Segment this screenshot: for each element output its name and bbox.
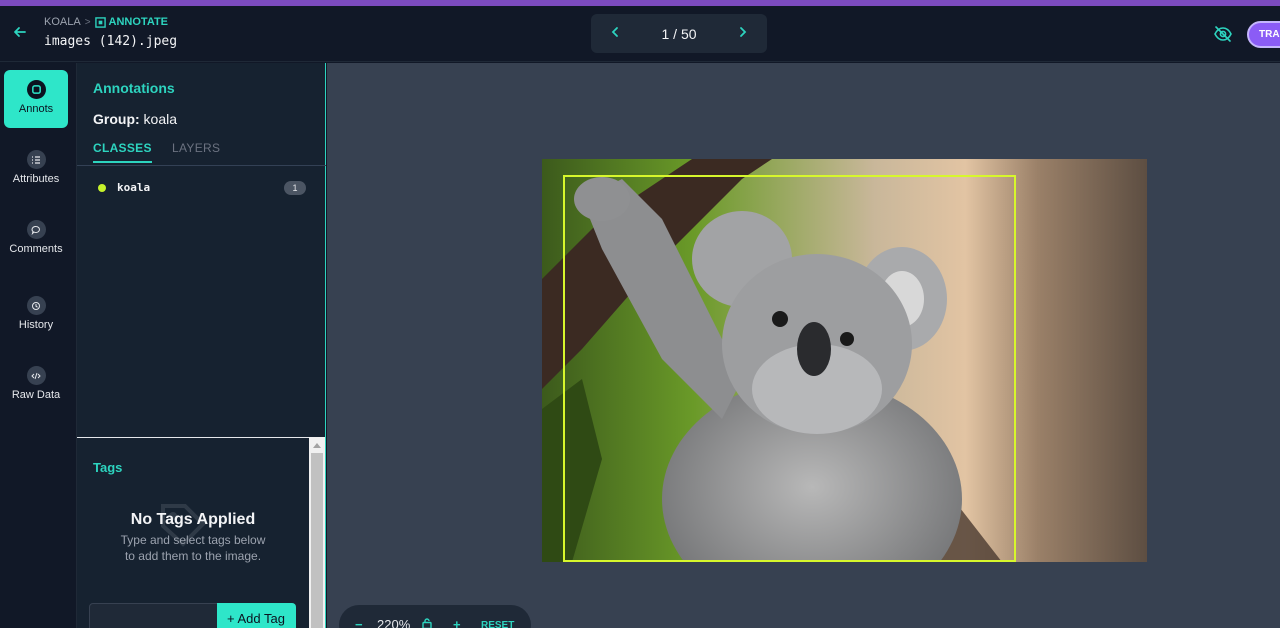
annotations-panel: Annotations Group: koala CLASSES LAYERS …	[77, 63, 326, 628]
no-tags-title: No Tags Applied	[130, 511, 256, 528]
class-color-dot	[98, 184, 106, 192]
comment-icon	[26, 220, 46, 239]
panel-tabs: CLASSES LAYERS	[77, 137, 326, 166]
rail-item-history[interactable]: History	[4, 286, 68, 344]
tab-layers[interactable]: LAYERS	[172, 141, 220, 155]
chevron-right-icon: >	[84, 16, 91, 28]
group-label-key: Group:	[93, 111, 140, 127]
group-label-value: koala	[143, 111, 178, 127]
panel-title: Annotations	[93, 80, 175, 96]
chevron-left-icon	[611, 26, 618, 37]
rail-item-label: Raw Data	[11, 389, 61, 401]
history-icon	[26, 296, 46, 315]
bounding-box-koala[interactable]	[563, 175, 1016, 562]
file-name: images (142).jpeg	[44, 34, 178, 49]
rail-item-label: History	[18, 319, 54, 331]
rail-item-attributes[interactable]: Attributes	[4, 140, 68, 198]
rail-item-comments[interactable]: Comments	[4, 210, 68, 268]
train-button[interactable]: TRAI	[1247, 21, 1280, 48]
no-tags-help-line-1: Type and select tags below	[120, 533, 266, 547]
annotation-canvas[interactable]	[327, 63, 1280, 628]
zoom-reset-button[interactable]: RESET	[481, 620, 514, 628]
zoom-controls: − 220% + RESET	[339, 605, 531, 628]
code-icon	[26, 366, 46, 385]
zoom-level: 220%	[377, 617, 411, 628]
hide-annotations-eye-icon[interactable]	[1212, 23, 1234, 45]
left-tool-rail: Annots Attributes Comments History Raw D…	[0, 63, 77, 628]
no-tags-help-line-2: to add them to the image.	[124, 549, 262, 563]
rail-item-label: Comments	[9, 243, 63, 255]
tags-title: Tags	[93, 460, 123, 475]
rail-item-label: Annots	[18, 103, 54, 115]
tags-scrollbar[interactable]	[309, 437, 325, 628]
breadcrumb-section-label: ANNOTATE	[108, 16, 169, 28]
rail-item-label: Attributes	[12, 173, 60, 185]
class-count-badge: 1	[284, 181, 306, 195]
scroll-up-arrow-icon[interactable]	[313, 443, 321, 448]
group-label: Group: koala	[93, 111, 177, 127]
add-tag-button[interactable]: + Add Tag	[217, 603, 296, 628]
list-icon	[26, 150, 46, 169]
tab-classes[interactable]: CLASSES	[93, 141, 152, 163]
tags-section: Tags No Tags Applied Type and select tag…	[77, 437, 309, 628]
no-tags-help: Type and select tags below to add them t…	[77, 532, 309, 564]
breadcrumb-section: ANNOTATE	[94, 16, 169, 28]
class-name: koala	[117, 181, 151, 194]
header-bar: KOALA > ANNOTATE images (142).jpeg 1 / 5…	[0, 6, 1280, 62]
breadcrumb: KOALA > ANNOTATE	[44, 16, 168, 28]
class-row-koala[interactable]: koala 1	[93, 180, 306, 196]
breadcrumb-project[interactable]: KOALA	[44, 16, 81, 28]
rail-item-annots[interactable]: Annots	[4, 70, 68, 128]
zoom-in-button[interactable]: +	[453, 617, 461, 628]
zoom-out-button[interactable]: −	[355, 617, 363, 628]
scrollbar-thumb[interactable]	[311, 453, 323, 628]
lock-icon[interactable]	[421, 617, 433, 628]
previous-image-button[interactable]	[605, 25, 625, 43]
rail-item-raw-data[interactable]: Raw Data	[4, 356, 68, 414]
annotate-icon	[94, 16, 106, 28]
chevron-right-icon	[740, 26, 747, 37]
back-arrow-icon[interactable]	[10, 22, 30, 42]
next-image-button[interactable]	[733, 25, 753, 43]
page-indicator: 1 / 50	[661, 25, 697, 42]
annotation-icon	[26, 80, 46, 99]
image-pager: 1 / 50	[591, 14, 767, 53]
tag-input[interactable]	[89, 603, 219, 628]
